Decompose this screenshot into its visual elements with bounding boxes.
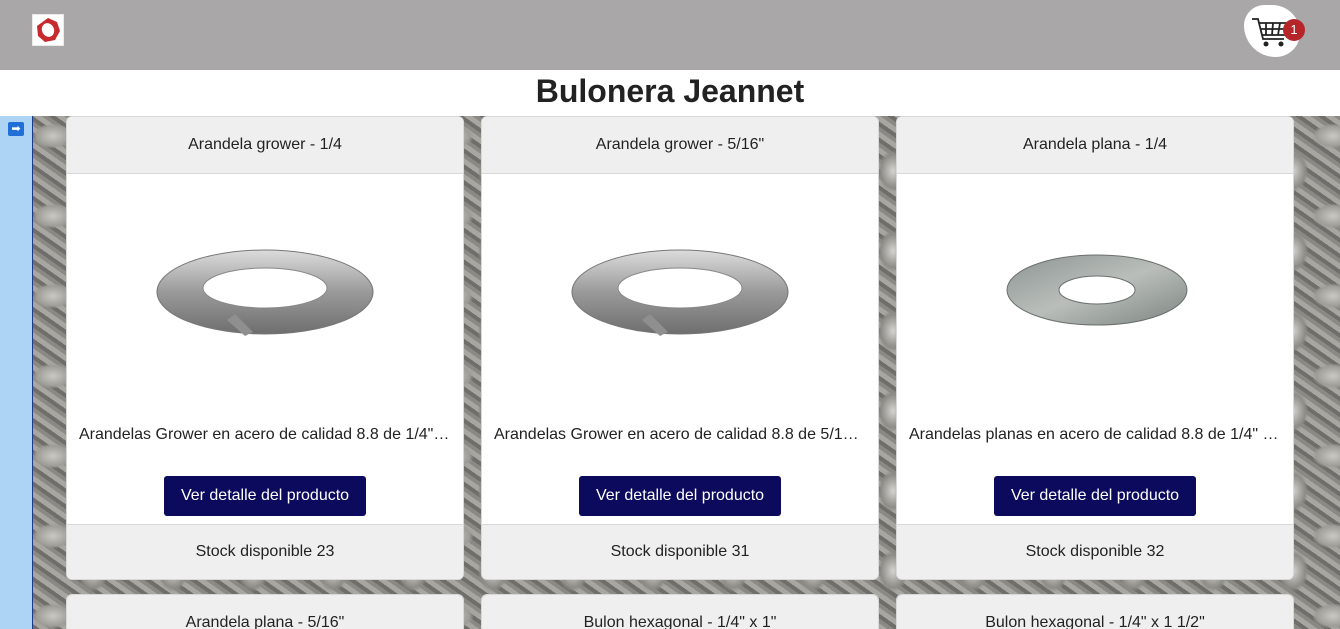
page-title: Bulonera Jeannet: [535, 73, 805, 109]
cart-count-badge: 1: [1283, 19, 1305, 41]
product-card: Arandela plana - 5/16": [66, 594, 464, 629]
flat-washer-image: [897, 174, 1293, 406]
product-name: Arandela grower - 1/4: [67, 117, 463, 174]
product-card: Arandela grower - 1/4 Arandelas Grower e…: [66, 116, 464, 580]
product-name: Bulon hexagonal - 1/4" x 1": [482, 595, 878, 629]
lock-washer-image: [482, 174, 878, 406]
product-card: Bulon hexagonal - 1/4" x 1 1/2": [896, 594, 1294, 629]
view-product-detail-button[interactable]: Ver detalle del producto: [164, 476, 366, 516]
product-card: Arandela grower - 5/16" Arandelas Grower…: [481, 116, 879, 580]
stock-status: Stock disponible 31: [482, 524, 878, 579]
product-description: Arandelas planas en acero de calidad 8.8…: [909, 426, 1281, 443]
view-product-detail-button[interactable]: Ver detalle del producto: [579, 476, 781, 516]
sidebar: ➡: [0, 116, 33, 629]
lock-washer-image: [67, 174, 463, 406]
product-name: Arandela grower - 5/16": [482, 117, 878, 174]
navbar: 1: [0, 0, 1340, 70]
product-name: Arandela plana - 1/4: [897, 117, 1293, 174]
product-grid: Arandela grower - 1/4 Arandelas Grower e…: [33, 116, 1340, 629]
product-name: Arandela plana - 5/16": [67, 595, 463, 629]
product-description: Arandelas Grower en acero de calidad 8.8…: [494, 426, 866, 443]
product-card: Arandela plana - 1/4 Arandelas planas en…: [896, 116, 1294, 580]
stock-status: Stock disponible 32: [897, 524, 1293, 579]
product-name: Bulon hexagonal - 1/4" x 1 1/2": [897, 595, 1293, 629]
product-card: Bulon hexagonal - 1/4" x 1": [481, 594, 879, 629]
brand-logo-icon[interactable]: [32, 14, 64, 46]
view-product-detail-button[interactable]: Ver detalle del producto: [994, 476, 1196, 516]
arrow-right-icon[interactable]: ➡: [8, 122, 24, 136]
stock-status: Stock disponible 23: [67, 524, 463, 579]
product-description: Arandelas Grower en acero de calidad 8.8…: [79, 426, 451, 443]
